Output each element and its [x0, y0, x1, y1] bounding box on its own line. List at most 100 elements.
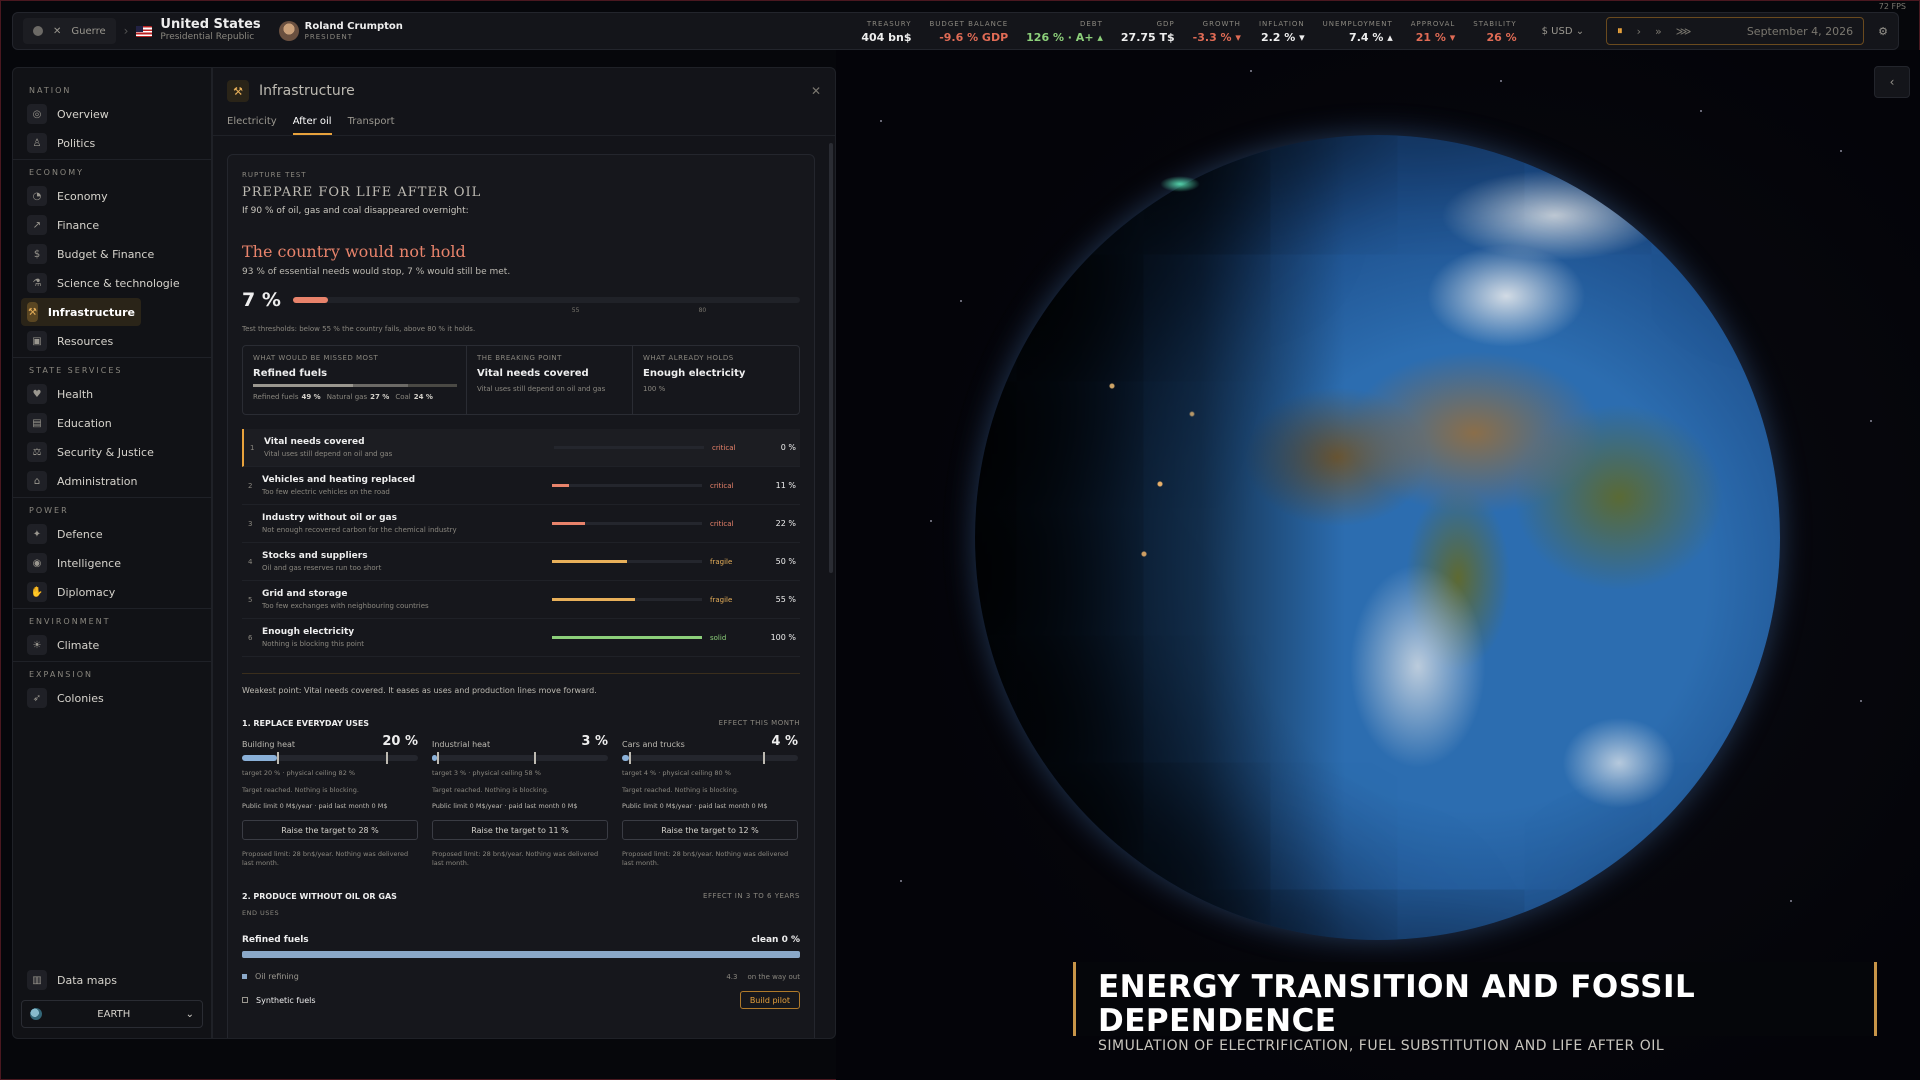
- swords-icon: ✕: [53, 25, 62, 37]
- sidebar-item-diplomacy[interactable]: ✋ Diplomacy: [21, 578, 203, 606]
- planet-selector[interactable]: EARTH ⌄: [21, 1000, 203, 1028]
- checkbox-icon[interactable]: [242, 997, 248, 1003]
- pie-icon: ◔: [27, 186, 47, 206]
- settings-gear-icon[interactable]: ⚙: [1878, 25, 1888, 38]
- lever-slider[interactable]: [432, 752, 608, 764]
- rupture-test-card: RUPTURE TEST PREPARE FOR LIFE AFTER OIL …: [227, 154, 815, 1038]
- stat-growth[interactable]: GROWTH -3.3 % ▾: [1184, 17, 1250, 45]
- lever-slider[interactable]: [622, 752, 798, 764]
- sidebar-item-defence[interactable]: ✦ Defence: [21, 520, 203, 548]
- sidebar-item-budget-finance[interactable]: $ Budget & Finance: [21, 240, 203, 268]
- tab-after-oil[interactable]: After oil: [292, 110, 332, 135]
- sidebar-item-administration[interactable]: ⌂ Administration: [21, 467, 203, 495]
- mix-label: Refined fuels: [253, 393, 299, 401]
- sidebar-item-science-technologie[interactable]: ⚗ Science & technologie: [21, 269, 203, 297]
- sidebar-item-education[interactable]: ▤ Education: [21, 409, 203, 437]
- stat-label: APPROVAL: [1410, 20, 1456, 28]
- currency-selector[interactable]: $ USD ⌄: [1526, 26, 1601, 37]
- country-selector[interactable]: United States Presidential Republic: [160, 18, 260, 44]
- star: [960, 300, 962, 302]
- row-desc: Nothing is blocking this point: [262, 640, 365, 648]
- summary-break: THE BREAKING POINT Vital needs covered V…: [467, 346, 633, 414]
- criteria-row[interactable]: 1 Vital needs covered Vital uses still dep…: [242, 429, 800, 467]
- stat-stability[interactable]: STABILITY 26 %: [1464, 17, 1525, 45]
- sidebar-item-label: Finance: [57, 218, 100, 232]
- summary-box: WHAT WOULD BE MISSED MOST Refined fuels …: [242, 345, 800, 415]
- lever-target: target 20 % · physical ceiling 82 %: [242, 769, 356, 777]
- sidebar-item-colonies[interactable]: ➶ Colonies: [21, 684, 203, 712]
- lever-slider[interactable]: [242, 752, 418, 764]
- sidebar-item-label: Politics: [57, 136, 96, 150]
- leader-profile[interactable]: Roland Crumpton PRESIDENT: [278, 21, 403, 41]
- scrollbar[interactable]: [829, 143, 833, 573]
- war-button[interactable]: ✕ Guerre: [23, 18, 116, 44]
- lever-top: Industrial heat 3 %: [432, 734, 608, 749]
- lever-value: 4 %: [771, 734, 798, 749]
- score-row: 7 % 55 80: [242, 289, 800, 314]
- criteria-row[interactable]: 3 Industry without oil or gas Not enough r…: [242, 505, 800, 543]
- sidebar-item-security-justice[interactable]: ⚖ Security & Justice: [21, 438, 203, 466]
- stat-unemployment[interactable]: UNEMPLOYMENT 7.4 % ▴: [1314, 17, 1402, 45]
- sidebar-item-climate[interactable]: ☀ Climate: [21, 631, 203, 659]
- aurora: [1160, 176, 1200, 192]
- criteria-row[interactable]: 4 Stocks and suppliers Oil and gas reserve…: [242, 543, 800, 581]
- stat-inflation[interactable]: INFLATION 2.2 % ▾: [1250, 17, 1314, 45]
- status-dot-icon: [33, 26, 43, 36]
- leader-role: PRESIDENT: [304, 33, 354, 41]
- stat-label: BUDGET BALANCE: [929, 20, 1009, 28]
- kicker: RUPTURE TEST: [242, 171, 307, 179]
- sidebar-item-politics[interactable]: ♙ Politics: [21, 129, 203, 157]
- sidebar-item-resources[interactable]: ▣ Resources: [21, 327, 203, 355]
- build-pilot-button[interactable]: Build pilot: [739, 991, 800, 1009]
- sidebar-item-health[interactable]: ♥ Health: [21, 380, 203, 408]
- row-title: Grid and storage: [262, 589, 348, 599]
- lever-handle[interactable]: [629, 752, 632, 764]
- raise-target-button[interactable]: Raise the target to 12 %: [622, 820, 798, 840]
- sidebar-item-finance[interactable]: ↗ Finance: [21, 211, 203, 239]
- stat-budget-balance[interactable]: BUDGET BALANCE -9.6 % GDP: [921, 17, 1018, 45]
- lever-name: Building heat: [242, 740, 296, 749]
- card-heading: PREPARE FOR LIFE AFTER OIL: [242, 185, 482, 200]
- sidebar-item-label: Overview: [57, 107, 109, 121]
- building-icon: ⌂: [27, 471, 47, 491]
- play-icon[interactable]: ›: [1637, 25, 1641, 38]
- row-number: 5: [248, 595, 253, 604]
- stat-value: 7.4 % ▴: [1349, 31, 1393, 44]
- summary-value: Refined fuels: [253, 368, 328, 379]
- row-bar: [554, 446, 704, 449]
- tab-electricity[interactable]: Electricity: [227, 110, 277, 135]
- collapse-panel-button[interactable]: ‹: [1874, 66, 1910, 98]
- sidebar-item-overview[interactable]: ◎ Overview: [21, 100, 203, 128]
- summary-key: WHAT ALREADY HOLDS: [643, 354, 734, 362]
- stat-approval[interactable]: APPROVAL 21 % ▾: [1402, 17, 1465, 45]
- earth-globe[interactable]: [975, 135, 1780, 940]
- criteria-row[interactable]: 2 Vehicles and heating replaced Too few el…: [242, 467, 800, 505]
- country-name: United States: [160, 17, 261, 32]
- fast-forward-icon[interactable]: »: [1655, 25, 1662, 38]
- stat-gdp[interactable]: GDP 27.75 T$: [1112, 17, 1184, 45]
- raise-target-button[interactable]: Raise the target to 28 %: [242, 820, 418, 840]
- lever-handle[interactable]: [277, 752, 280, 764]
- fastest-forward-icon[interactable]: ⋙: [1676, 25, 1692, 38]
- stat-debt[interactable]: DEBT 126 % · A+ ▴: [1017, 17, 1112, 45]
- criteria-row[interactable]: 5 Grid and storage Too few exchanges with …: [242, 581, 800, 619]
- criteria-row[interactable]: 6 Enough electricity Nothing is blocking t…: [242, 619, 800, 657]
- sidebar-item-infrastructure[interactable]: ⚒ Infrastructure: [21, 298, 141, 326]
- chevron-down-icon: ⌄: [1575, 25, 1585, 37]
- row-desc: Not enough recovered carbon for the chem…: [262, 526, 457, 534]
- sidebar: NATION ◎ Overview ♙ Politics ECONOMY ◔ Economy ↗…: [12, 67, 212, 1039]
- sidebar-item-data-maps[interactable]: ▥ Data maps: [21, 966, 203, 994]
- star: [1250, 70, 1252, 72]
- pause-icon[interactable]: ⏸: [1617, 24, 1623, 38]
- book-icon: ▤: [27, 413, 47, 433]
- star: [1790, 900, 1792, 902]
- sidebar-item-intelligence[interactable]: ◉ Intelligence: [21, 549, 203, 577]
- stat-treasury[interactable]: TREASURY 404 bn$: [852, 17, 920, 45]
- close-icon[interactable]: ✕: [811, 84, 821, 98]
- lever-name: Industrial heat: [432, 740, 491, 749]
- lever-handle[interactable]: [437, 752, 440, 764]
- sidebar-item-label: Resources: [57, 334, 114, 348]
- raise-target-button[interactable]: Raise the target to 11 %: [432, 820, 608, 840]
- sidebar-item-economy[interactable]: ◔ Economy: [21, 182, 203, 210]
- tab-transport[interactable]: Transport: [348, 110, 395, 135]
